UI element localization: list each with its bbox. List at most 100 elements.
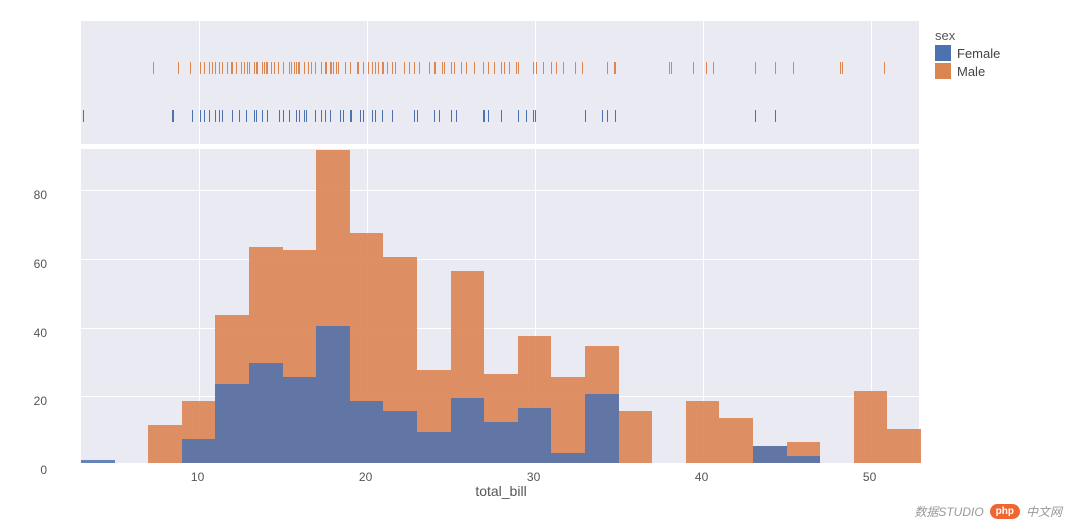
rug-tick (232, 62, 233, 74)
bar-female (350, 401, 384, 463)
rug-tick (451, 62, 452, 74)
rug-tick (283, 110, 284, 122)
rug-tick (395, 62, 396, 74)
rug-row-male (81, 59, 919, 77)
rug-tick (392, 110, 393, 122)
x-axis: 1020304050 (80, 468, 920, 488)
rug-tick (372, 62, 373, 74)
rug-tick (378, 62, 379, 74)
rug-tick (304, 62, 305, 74)
rug-tick (509, 62, 510, 74)
rug-tick (417, 110, 418, 122)
rug-tick (429, 62, 430, 74)
rug-tick (219, 110, 220, 122)
rug-tick (363, 62, 364, 74)
rug-tick (209, 110, 210, 122)
rug-tick (257, 62, 258, 74)
rug-tick (563, 62, 564, 74)
bar-female (451, 398, 485, 463)
rug-tick (404, 62, 405, 74)
rug-tick (204, 62, 205, 74)
bar-female (283, 377, 317, 463)
legend-label: Female (957, 46, 1000, 61)
php-badge-icon: php (990, 504, 1020, 519)
rug-tick (227, 62, 228, 74)
rug-tick (340, 110, 341, 122)
bar-male (887, 429, 921, 463)
rug-tick (178, 62, 179, 74)
rug-tick (461, 62, 462, 74)
bar-female (182, 439, 216, 463)
rug-tick (582, 62, 583, 74)
watermark: 数据STUDIO php 中文网 (914, 503, 1062, 520)
rug-tick (414, 62, 415, 74)
rug-tick (451, 110, 452, 122)
rug-tick (249, 62, 250, 74)
rug-tick (278, 62, 279, 74)
rug-tick (212, 62, 213, 74)
rug-tick (383, 62, 384, 74)
rug-tick (533, 62, 534, 74)
rug-tick (299, 110, 300, 122)
rug-tick (755, 110, 756, 122)
rug-tick (518, 110, 519, 122)
rug-tick (274, 62, 275, 74)
rug-tick (315, 62, 316, 74)
legend-item-male: Male (935, 63, 1000, 79)
rug-tick (454, 62, 455, 74)
rug-tick (267, 110, 268, 122)
rug-tick (299, 62, 300, 74)
rug-tick (671, 62, 672, 74)
rug-tick (488, 110, 489, 122)
rug-tick (363, 110, 364, 122)
rug-tick (209, 62, 210, 74)
rug-tick (556, 62, 557, 74)
rug-tick (333, 62, 334, 74)
rug-tick (536, 62, 537, 74)
rug-tick (543, 62, 544, 74)
legend-swatch-female (935, 45, 951, 61)
y-tick-label: 0 (40, 463, 47, 477)
bars-layer (81, 149, 919, 463)
rug-panel (80, 20, 920, 145)
rug-tick (434, 110, 435, 122)
rug-tick (713, 62, 714, 74)
rug-tick (607, 62, 608, 74)
rug-tick (444, 62, 445, 74)
rug-tick (466, 62, 467, 74)
rug-tick (607, 110, 608, 122)
rug-tick (173, 110, 174, 122)
rug-tick (350, 62, 351, 74)
x-tick-label: 40 (695, 470, 708, 484)
bar-female (383, 411, 417, 463)
rug-tick (535, 110, 536, 122)
rug-tick (219, 62, 220, 74)
rug-tick (83, 110, 84, 122)
bar-female (753, 446, 787, 463)
legend-item-female: Female (935, 45, 1000, 61)
rug-tick (693, 62, 694, 74)
rug-tick (241, 62, 242, 74)
rug-tick (456, 110, 457, 122)
bar-male (619, 411, 653, 463)
bar-female (81, 460, 115, 463)
rug-tick (372, 110, 373, 122)
y-tick-label: 80 (34, 188, 47, 202)
rug-tick (615, 62, 616, 74)
rug-tick (262, 110, 263, 122)
rug-tick (345, 62, 346, 74)
rug-tick (501, 110, 502, 122)
bar-male (148, 425, 182, 463)
rug-tick (279, 110, 280, 122)
rug-tick (615, 110, 616, 122)
rug-tick (414, 110, 415, 122)
rug-tick (256, 110, 257, 122)
rug-tick (321, 110, 322, 122)
rug-tick (439, 110, 440, 122)
rug-tick (387, 62, 388, 74)
rug-tick (246, 110, 247, 122)
rug-tick (392, 62, 393, 74)
rug-tick (755, 62, 756, 74)
bar-female (787, 456, 821, 463)
rug-tick (200, 110, 201, 122)
